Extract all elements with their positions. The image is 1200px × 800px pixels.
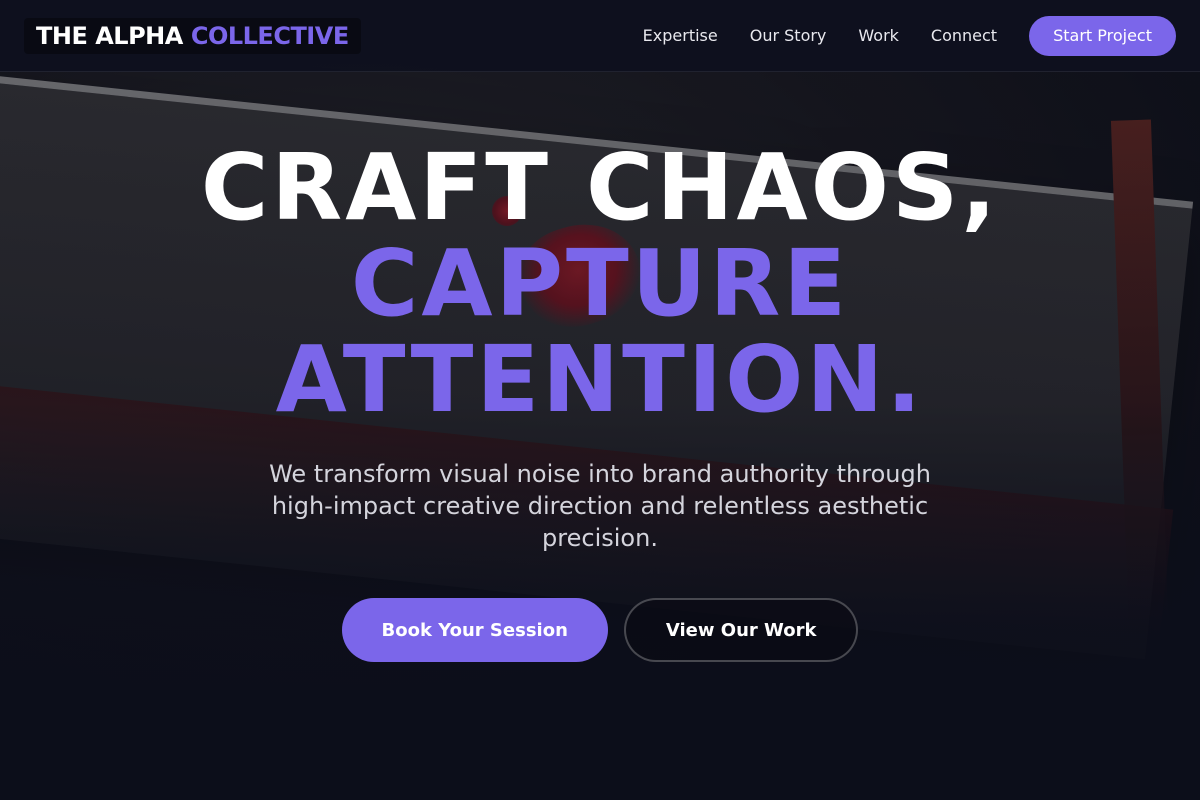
hero-headline: CRAFT CHAOS, CAPTURE ATTENTION. — [201, 140, 999, 428]
nav-link-expertise[interactable]: Expertise — [643, 26, 718, 45]
hero-headline-line-1: CRAFT CHAOS, — [200, 134, 1000, 241]
view-work-button[interactable]: View Our Work — [623, 598, 859, 662]
nav-link-connect[interactable]: Connect — [931, 26, 997, 45]
book-session-button[interactable]: Book Your Session — [341, 598, 608, 662]
brand-logo[interactable]: THE ALPHA COLLECTIVE — [24, 17, 361, 54]
brand-name-accent: COLLECTIVE — [190, 21, 349, 50]
start-project-button[interactable]: Start Project — [1029, 15, 1176, 56]
primary-nav: Expertise Our Story Work Connect Start P… — [643, 15, 1176, 56]
nav-link-work[interactable]: Work — [858, 26, 899, 45]
hero-section: CRAFT CHAOS, CAPTURE ATTENTION. We trans… — [0, 140, 1200, 662]
nav-link-our-story[interactable]: Our Story — [750, 26, 827, 45]
hero-actions: Book Your Session View Our Work — [341, 598, 859, 662]
hero-subtitle: We transform visual noise into brand aut… — [269, 460, 931, 552]
brand-name-main: THE ALPHA — [36, 21, 183, 50]
hero-headline-line-2: CAPTURE — [350, 230, 850, 337]
top-navbar: THE ALPHA COLLECTIVE Expertise Our Story… — [0, 0, 1200, 72]
landing-page: THE ALPHA COLLECTIVE Expertise Our Story… — [0, 0, 1200, 800]
hero-headline-line-3: ATTENTION. — [275, 326, 925, 433]
